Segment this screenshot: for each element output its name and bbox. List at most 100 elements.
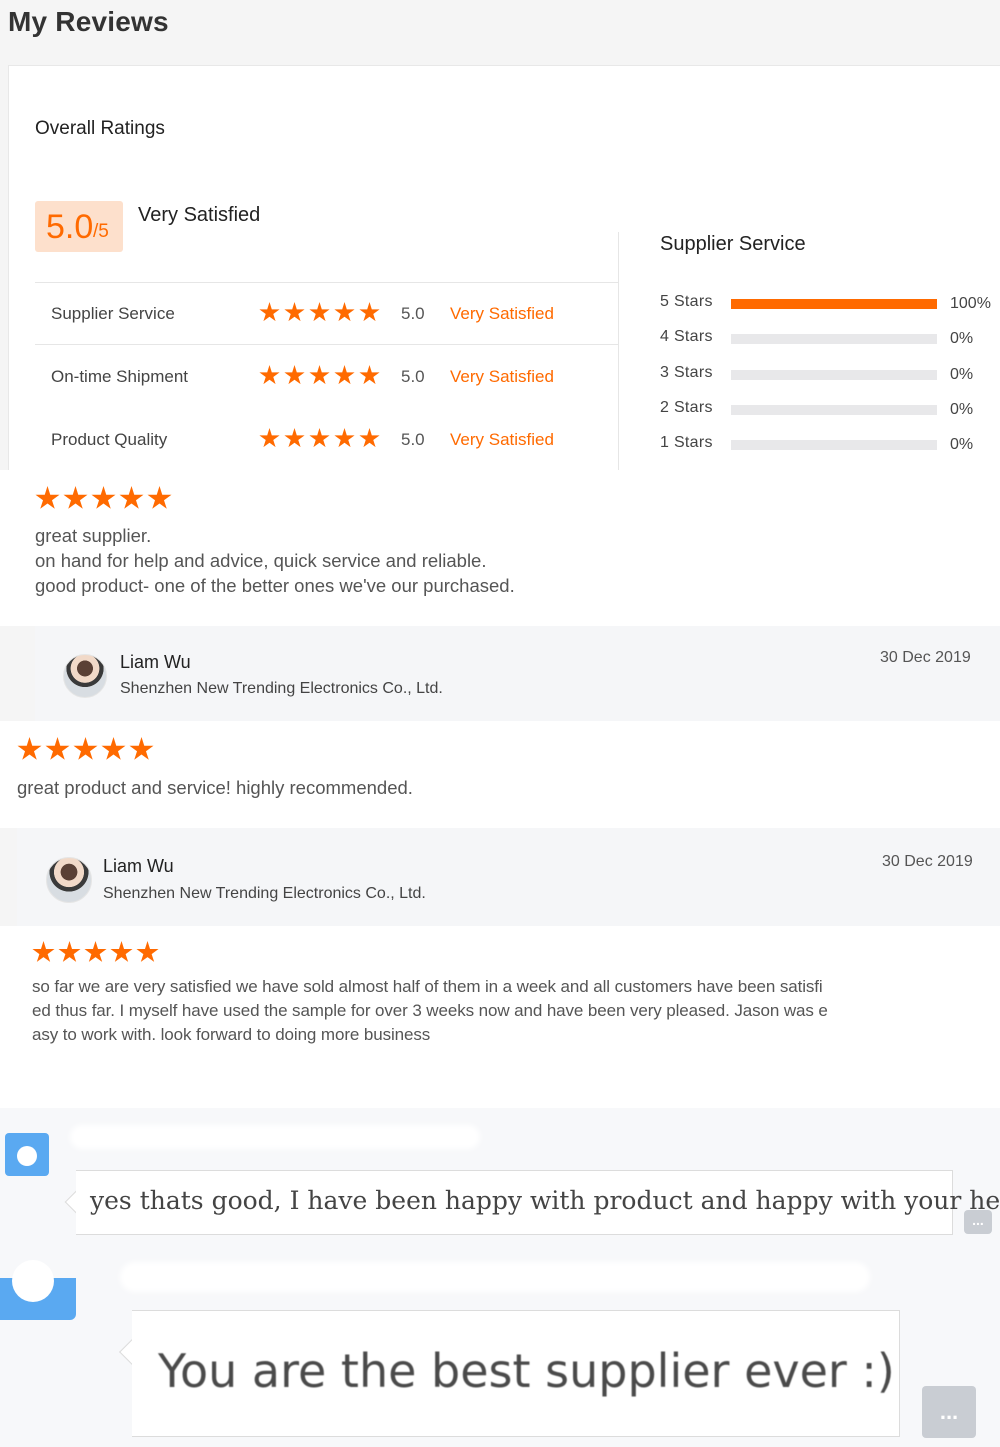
star-icon (359, 365, 380, 385)
distribution-label: 2 Stars (660, 399, 713, 416)
star-icon (129, 737, 154, 760)
review-line: on hand for help and advice, quick servi… (35, 550, 487, 571)
overall-ratings-heading: Overall Ratings (35, 118, 165, 139)
star-icon (284, 365, 305, 385)
chat-avatar (5, 1133, 49, 1176)
star-icon (101, 737, 126, 760)
dimension-label: Very Satisfied (450, 304, 554, 323)
dimension-name: Product Quality (51, 430, 168, 449)
distribution-bar (731, 334, 937, 344)
more-icon[interactable]: ... (922, 1386, 976, 1438)
distribution-bar-fill (731, 299, 937, 309)
star-icon (35, 486, 60, 509)
star-icon (17, 737, 42, 760)
avatar (63, 654, 107, 698)
star-icon (63, 486, 88, 509)
star-icon (32, 941, 55, 962)
avatar (46, 857, 92, 903)
reviewer-company: Shenzhen New Trending Electronics Co., L… (103, 885, 426, 902)
star-icon (147, 486, 172, 509)
star-icon (284, 302, 305, 322)
review-text: so far we are very satisfied we have sol… (32, 975, 828, 1047)
star-icon (309, 428, 330, 448)
star-icon (259, 365, 280, 385)
dimension-score: 5.0 (401, 304, 425, 323)
review-date: 30 Dec 2019 (882, 853, 973, 870)
star-icon (58, 941, 81, 962)
divider (35, 344, 619, 345)
review-stars (35, 486, 172, 511)
star-icon (309, 302, 330, 322)
dimension-name: On-time Shipment (51, 367, 188, 386)
dimension-label: Very Satisfied (450, 367, 554, 386)
dimension-stars (259, 428, 380, 449)
distribution-bar (731, 299, 937, 309)
chat-avatar (0, 1260, 76, 1320)
star-icon (259, 302, 280, 322)
dimension-stars (259, 365, 380, 386)
star-icon (359, 428, 380, 448)
overall-score-max: /5 (93, 221, 109, 242)
dimension-label: Very Satisfied (450, 430, 554, 449)
star-icon (119, 486, 144, 509)
star-icon (334, 365, 355, 385)
dimension-stars (259, 302, 380, 323)
distribution-percent: 100% (950, 295, 991, 312)
star-icon (259, 428, 280, 448)
chat-message: You are the best supplier ever :) (158, 1344, 895, 1398)
star-icon (136, 941, 159, 962)
star-icon (309, 365, 330, 385)
distribution-percent: 0% (950, 366, 974, 383)
divider (618, 232, 619, 470)
reviewer-name: Liam Wu (103, 856, 174, 876)
reviewer-card (35, 626, 1000, 721)
reviewer-card (17, 828, 1000, 926)
star-icon (334, 428, 355, 448)
dimension-name: Supplier Service (51, 304, 175, 323)
distribution-percent: 0% (950, 401, 974, 418)
page-title: My Reviews (8, 6, 169, 37)
more-icon[interactable]: ... (964, 1210, 992, 1234)
redacted-bar (70, 1125, 480, 1149)
overall-score: 5.0 (46, 208, 94, 246)
distribution-percent: 0% (950, 436, 974, 453)
distribution-row: 2 Stars 0% (660, 399, 995, 421)
distribution-title: Supplier Service (660, 233, 806, 255)
dimension-score: 5.0 (401, 430, 425, 449)
review-line: great product and service! highly recomm… (17, 777, 413, 798)
overall-satisfaction-label: Very Satisfied (138, 204, 261, 226)
dimension-score: 5.0 (401, 367, 425, 386)
review-stars (17, 737, 154, 762)
chat-message: yes thats good, I have been happy with p… (90, 1186, 1000, 1215)
distribution-label: 5 Stars (660, 293, 713, 310)
divider (35, 282, 619, 283)
star-icon (334, 302, 355, 322)
star-icon (284, 428, 305, 448)
distribution-label: 3 Stars (660, 364, 713, 381)
review-line: so far we are very satisfied we have sol… (32, 977, 823, 996)
distribution-bar (731, 405, 937, 415)
review-text: great product and service! highly recomm… (17, 775, 413, 800)
review-line: good product- one of the better ones we'… (35, 575, 515, 596)
distribution-row: 4 Stars 0% (660, 328, 995, 350)
star-icon (91, 486, 116, 509)
distribution-percent: 0% (950, 330, 974, 347)
distribution-label: 1 Stars (660, 434, 713, 451)
redacted-bar (120, 1262, 870, 1292)
reviewer-name: Liam Wu (120, 652, 191, 672)
review-date: 30 Dec 2019 (880, 649, 971, 666)
review-text: great supplier. on hand for help and adv… (35, 523, 515, 598)
review-stars (32, 941, 159, 964)
review-line: asy to work with. look forward to doing … (32, 1025, 431, 1044)
distribution-bar (731, 370, 937, 380)
distribution-row: 3 Stars 0% (660, 364, 995, 386)
distribution-row: 1 Stars 0% (660, 434, 995, 456)
star-icon (359, 302, 380, 322)
distribution-label: 4 Stars (660, 328, 713, 345)
distribution-bar (731, 440, 937, 450)
star-icon (110, 941, 133, 962)
review-line: ed thus far. I myself have used the samp… (32, 1001, 828, 1020)
star-icon (45, 737, 70, 760)
star-icon (84, 941, 107, 962)
review-line: great supplier. (35, 525, 152, 546)
